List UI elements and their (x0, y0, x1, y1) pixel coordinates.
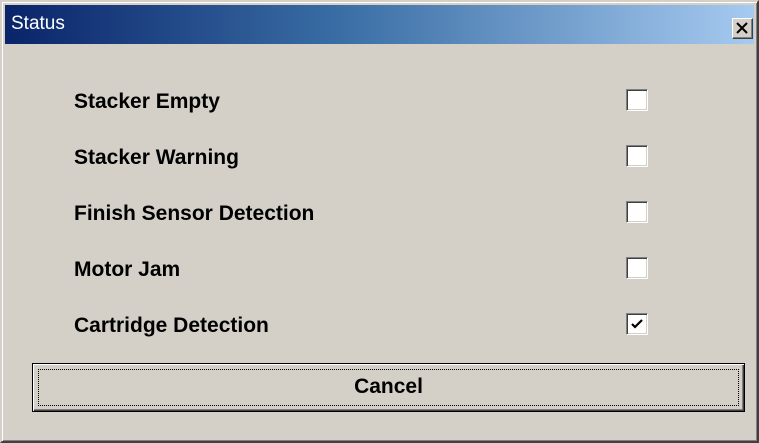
status-row-stacker-warning: Stacker Warning (2, 141, 759, 175)
stacker-empty-checkbox[interactable] (626, 89, 648, 111)
window-title: Status (11, 13, 65, 34)
status-dialog: Status Stacker Empty Stacker Warning Fin… (0, 0, 759, 443)
stacker-warning-checkbox[interactable] (626, 145, 648, 167)
close-icon (736, 22, 748, 34)
status-label: Stacker Empty (74, 90, 220, 113)
motor-jam-checkbox[interactable] (626, 257, 648, 279)
cartridge-detection-checkbox[interactable] (626, 313, 648, 335)
status-label: Stacker Warning (74, 146, 239, 169)
status-row-motor-jam: Motor Jam (2, 253, 759, 287)
status-row-stacker-empty: Stacker Empty (2, 85, 759, 119)
status-label: Cartridge Detection (74, 314, 269, 337)
checkmark-icon (631, 319, 643, 329)
close-button[interactable] (732, 18, 753, 39)
finish-sensor-detection-checkbox[interactable] (626, 201, 648, 223)
status-row-finish-sensor-detection: Finish Sensor Detection (2, 197, 759, 231)
status-label: Motor Jam (74, 258, 181, 281)
cancel-button[interactable]: Cancel (32, 363, 745, 412)
status-row-cartridge-detection: Cartridge Detection (2, 309, 759, 343)
cancel-button-label: Cancel (354, 375, 423, 398)
title-bar[interactable]: Status (5, 5, 754, 44)
status-label: Finish Sensor Detection (74, 202, 315, 225)
